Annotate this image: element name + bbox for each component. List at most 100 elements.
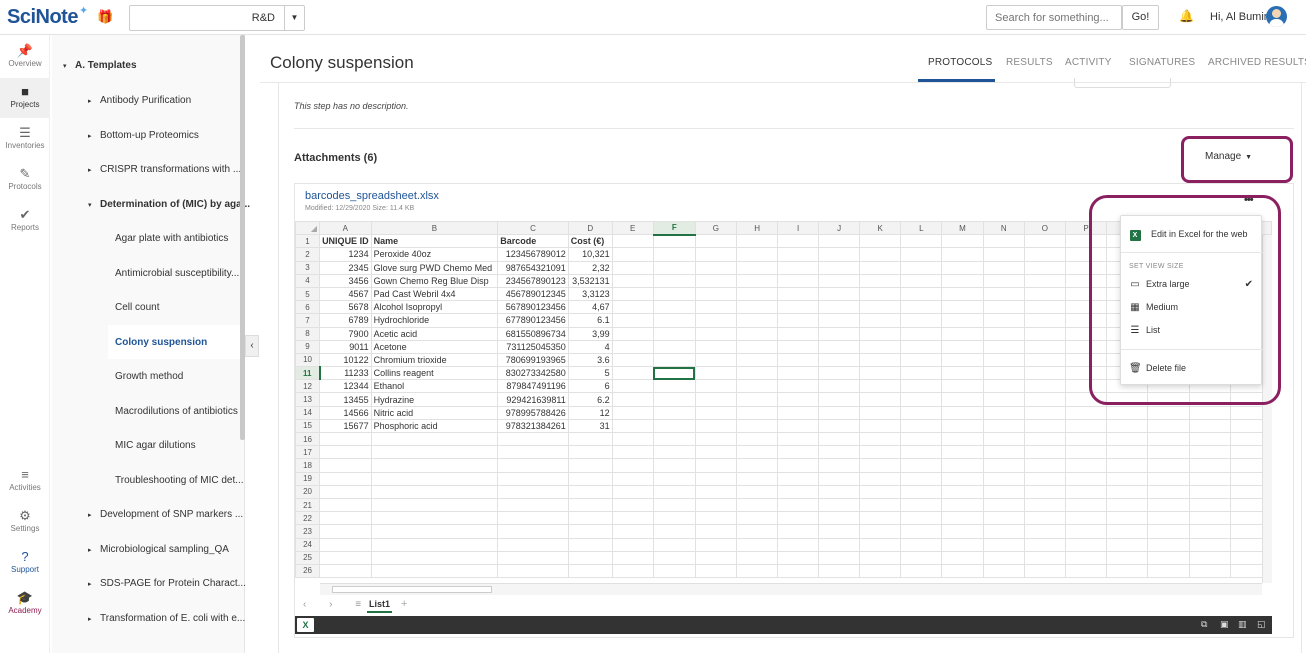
cell[interactable] [1188,445,1231,460]
tab-signatures[interactable]: SIGNATURES [1129,57,1195,68]
cell[interactable] [1023,445,1067,460]
cell[interactable]: Phosphoric acid [370,418,499,434]
cell[interactable] [567,511,613,526]
cell[interactable] [1065,563,1108,579]
cell[interactable]: Acetone [370,339,499,354]
cell[interactable] [982,497,1025,513]
cell[interactable] [694,313,738,328]
cell[interactable] [567,550,613,565]
cell[interactable] [900,431,943,447]
cell[interactable] [941,537,984,552]
cell[interactable] [370,484,499,499]
tree-item[interactable]: ▸ CRISPR transformations with ... [88,164,241,175]
cell[interactable] [567,445,613,460]
cell[interactable] [694,550,738,565]
cell[interactable] [982,511,1025,526]
chevron-down-icon[interactable]: ▼ [284,6,304,30]
cell[interactable] [1188,537,1231,552]
cell[interactable] [818,379,861,394]
cell[interactable] [497,497,569,513]
cell[interactable] [900,234,943,249]
cell[interactable] [497,524,569,539]
cell[interactable] [900,418,943,434]
cell[interactable] [777,484,820,499]
cell[interactable] [1188,563,1231,579]
cell[interactable]: 5678 [319,300,372,315]
nav-academy[interactable]: 🎓 Academy [0,584,50,624]
cell[interactable]: 7900 [319,326,372,341]
row-header[interactable]: 11 [295,366,321,381]
cell[interactable] [982,431,1025,447]
avatar[interactable] [1266,6,1287,27]
cell[interactable] [736,563,779,579]
cell[interactable] [1106,405,1149,420]
cell[interactable] [982,326,1025,341]
cell[interactable]: 987654321091 [497,260,569,275]
cell[interactable]: 677890123456 [497,313,569,328]
cell[interactable] [982,392,1025,407]
row-header[interactable]: 21 [295,497,321,513]
cell[interactable] [652,366,696,381]
nav-settings[interactable]: ⚙ Settings [0,502,50,542]
column-header[interactable]: D [567,221,613,236]
cell[interactable] [370,524,499,539]
cell[interactable] [859,234,902,249]
cell[interactable] [777,524,820,539]
cell[interactable] [818,550,861,565]
cell[interactable] [777,550,820,565]
cell[interactable] [567,458,613,473]
cell[interactable] [567,497,613,513]
cell[interactable] [652,247,696,262]
tree-item[interactable]: Antimicrobial susceptibility... [108,268,239,279]
cell[interactable]: 3,99 [567,326,613,341]
cell[interactable] [818,352,861,368]
cell[interactable] [1106,537,1149,552]
cell[interactable] [1023,260,1067,275]
tree-item[interactable]: ▸ Development of SNP markers ... [88,509,243,520]
cell[interactable] [611,260,654,275]
cell[interactable] [1023,471,1067,486]
cell[interactable] [982,366,1025,381]
tab-activity[interactable]: ACTIVITY [1065,57,1112,68]
cell[interactable] [982,300,1025,315]
cell[interactable] [1023,234,1067,249]
cell[interactable] [1188,497,1231,513]
cell[interactable] [736,445,779,460]
cell[interactable] [1065,431,1108,447]
row-header[interactable]: 12 [295,379,321,394]
cell[interactable]: 234567890123 [497,273,569,288]
row-header[interactable]: 5 [295,286,321,302]
cell[interactable] [982,273,1025,288]
select-all-corner[interactable]: ◢ [295,221,321,236]
cell[interactable] [818,286,861,302]
cell[interactable] [859,326,902,341]
cell[interactable] [777,497,820,513]
cell[interactable] [777,537,820,552]
cell[interactable] [982,563,1025,579]
cell[interactable] [694,405,738,420]
cell[interactable] [818,458,861,473]
cell[interactable]: 11233 [319,366,372,381]
cell[interactable] [319,511,372,526]
cell[interactable] [818,339,861,354]
column-header[interactable]: F [652,221,696,236]
cell[interactable] [652,405,696,420]
cell[interactable] [900,537,943,552]
cell[interactable] [736,313,779,328]
cell[interactable] [694,458,738,473]
cell[interactable] [982,471,1025,486]
cell[interactable] [1065,537,1108,552]
cell[interactable] [818,418,861,434]
cell[interactable] [1023,273,1067,288]
cell[interactable] [1188,405,1231,420]
cell[interactable]: UNIQUE ID [319,234,372,249]
cell[interactable] [1147,445,1190,460]
cell[interactable] [611,339,654,354]
cell[interactable]: Barcode [497,234,569,249]
cell[interactable]: Nitric acid [370,405,499,420]
cell[interactable] [652,286,696,302]
caret-right-icon[interactable]: ▸ [88,511,100,519]
cell[interactable] [1023,563,1067,579]
popout-icon[interactable]: ◱ [1257,619,1266,630]
cell[interactable] [859,247,902,262]
